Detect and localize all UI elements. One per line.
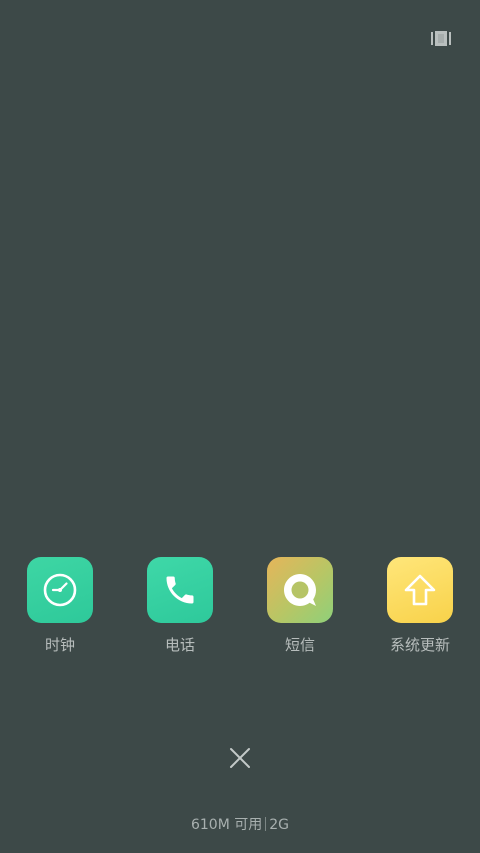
clock-app-icon <box>27 557 93 623</box>
memory-total: 2G <box>269 817 290 833</box>
clear-all-button[interactable] <box>225 743 255 773</box>
view-toggle-button[interactable] <box>428 28 454 48</box>
clock-icon <box>43 573 77 607</box>
app-system-update[interactable]: 系统更新 <box>365 557 475 654</box>
message-icon <box>284 574 316 606</box>
app-label-messages: 短信 <box>284 636 315 654</box>
close-icon <box>230 748 250 768</box>
app-phone[interactable]: 电话 <box>125 557 235 654</box>
card-view-icon <box>431 30 451 46</box>
messages-app-icon <box>267 557 333 623</box>
memory-status: 610M 可用 2G <box>0 816 480 834</box>
app-messages[interactable]: 短信 <box>245 557 355 654</box>
app-label-system-update: 系统更新 <box>389 636 450 654</box>
phone-app-icon <box>147 557 213 623</box>
memory-separator <box>265 817 267 831</box>
app-label-clock: 时钟 <box>44 636 75 654</box>
app-clock[interactable]: 时钟 <box>5 557 115 654</box>
recent-apps-row: 时钟 电话 短信 系统更新 <box>0 557 480 667</box>
system-update-app-icon <box>387 557 453 623</box>
memory-available: 610M 可用 <box>190 817 263 833</box>
phone-icon <box>166 576 194 604</box>
app-label-phone: 电话 <box>164 636 195 654</box>
recent-apps-screen: 时钟 电话 短信 系统更新 610M 可用 2G <box>0 0 480 853</box>
upload-arrow-icon <box>404 574 436 606</box>
